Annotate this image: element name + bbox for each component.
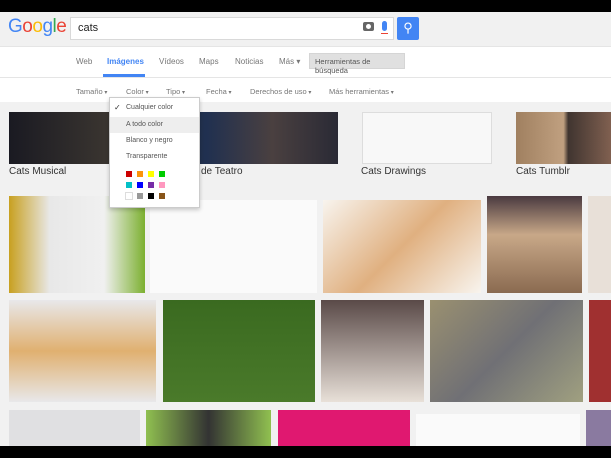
top-bar <box>0 0 611 12</box>
color-swatch[interactable] <box>147 170 155 178</box>
color-swatch[interactable] <box>125 181 133 189</box>
search-icon: ⚲ <box>403 20 413 35</box>
color-dropdown-menu: ✓ Cualquier color A todo color Blanco y n… <box>109 97 200 208</box>
color-swatch[interactable] <box>136 181 144 189</box>
tools-bar: Tamaño Color Tipo Fecha Derechos de uso … <box>0 78 611 102</box>
search-button[interactable]: ⚲ <box>397 17 419 40</box>
tab-more[interactable]: Más ▾ <box>279 57 300 66</box>
menu-item-label: Blanco y negro <box>126 137 173 144</box>
tool-type[interactable]: Tipo <box>166 87 185 96</box>
color-swatch[interactable] <box>158 192 166 200</box>
menu-item-black-white[interactable]: Blanco y negro <box>110 133 199 149</box>
check-icon: ✓ <box>114 103 121 112</box>
menu-item-full-color[interactable]: A todo color <box>110 117 199 133</box>
menu-item-label: Transparente <box>126 153 168 160</box>
color-swatch[interactable] <box>158 170 166 178</box>
image-result[interactable] <box>146 410 271 446</box>
bottom-bar <box>0 446 611 458</box>
color-swatch[interactable] <box>125 192 133 200</box>
image-result[interactable] <box>323 200 481 293</box>
menu-item-label: Cualquier color <box>126 104 174 111</box>
image-result[interactable] <box>150 200 317 293</box>
color-swatch[interactable] <box>158 181 166 189</box>
image-result[interactable] <box>586 410 611 446</box>
search-input[interactable]: cats <box>70 17 394 40</box>
menu-item-label: A todo color <box>126 121 163 128</box>
active-tab-indicator <box>103 74 145 77</box>
related-label[interactable]: Cats Drawings <box>361 166 426 177</box>
color-swatch[interactable] <box>125 170 133 178</box>
menu-item-any-color[interactable]: ✓ Cualquier color <box>110 100 199 116</box>
image-result[interactable] <box>163 300 315 402</box>
image-result[interactable] <box>589 300 611 402</box>
color-swatch[interactable] <box>147 181 155 189</box>
color-swatch[interactable] <box>147 192 155 200</box>
image-result[interactable] <box>588 196 611 293</box>
image-result[interactable] <box>430 300 583 402</box>
tab-maps[interactable]: Maps <box>199 57 219 66</box>
related-label[interactable]: Cats Tumblr <box>516 166 570 177</box>
image-result[interactable] <box>321 300 424 402</box>
menu-item-transparent[interactable]: Transparente <box>110 149 199 165</box>
tool-color[interactable]: Color <box>126 87 149 96</box>
image-result[interactable] <box>487 196 582 293</box>
image-result[interactable] <box>9 300 156 402</box>
tab-web[interactable]: Web <box>76 57 92 66</box>
related-cats-drawings-image[interactable] <box>362 112 492 164</box>
tool-size[interactable]: Tamaño <box>76 87 107 96</box>
mic-icon[interactable] <box>381 21 388 34</box>
google-logo[interactable]: Google <box>8 16 67 38</box>
tab-images[interactable]: Imágenes <box>107 57 144 66</box>
tab-news[interactable]: Noticias <box>235 57 263 66</box>
image-result[interactable] <box>416 414 580 446</box>
tool-date[interactable]: Fecha <box>206 87 232 96</box>
color-swatch[interactable] <box>136 192 144 200</box>
related-label[interactable]: Cats Musical <box>9 166 66 177</box>
related-cats-tumblr-image[interactable] <box>516 112 611 164</box>
color-swatch[interactable] <box>136 170 144 178</box>
tool-more[interactable]: Más herramientas <box>329 87 394 96</box>
tool-rights[interactable]: Derechos de uso <box>250 87 311 96</box>
image-result[interactable] <box>278 410 410 446</box>
tab-videos[interactable]: Vídeos <box>159 57 184 66</box>
image-result[interactable] <box>9 410 140 446</box>
nav-tabs: Web Imágenes Vídeos Maps Noticias Más ▾ … <box>0 47 611 78</box>
image-result[interactable] <box>9 196 145 293</box>
related-label[interactable]: de Teatro <box>201 166 243 177</box>
search-tools-button[interactable]: Herramientas de búsqueda <box>309 53 405 75</box>
camera-icon[interactable] <box>363 22 374 31</box>
